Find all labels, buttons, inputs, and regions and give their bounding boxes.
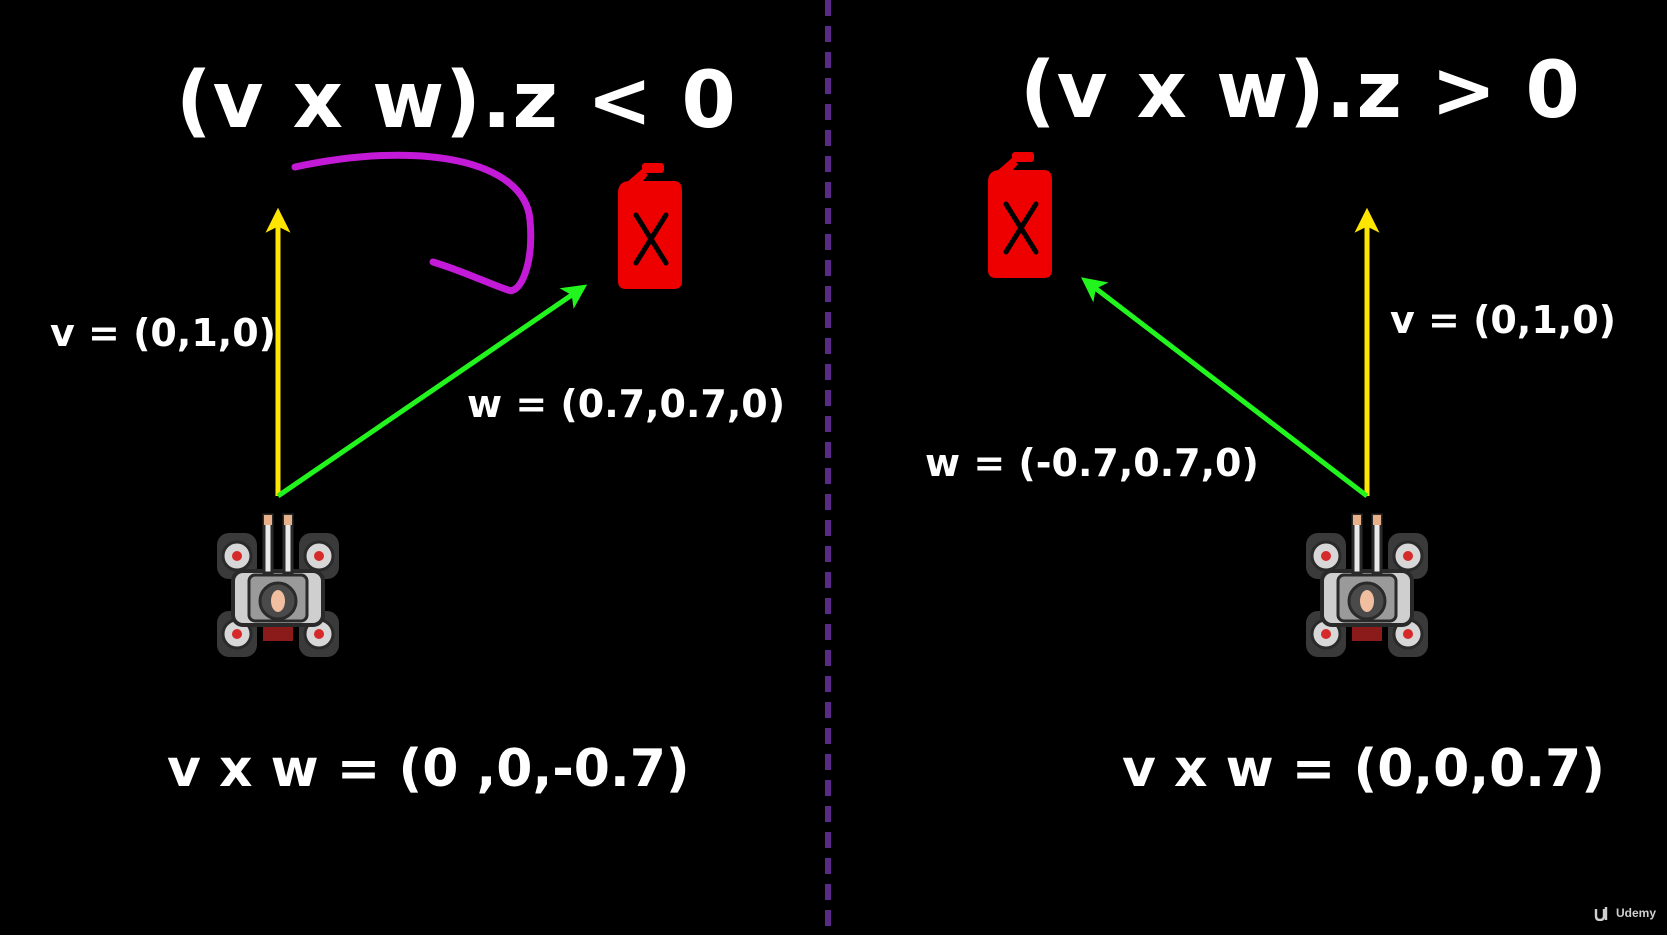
left-w-label: w = (0.7,0.7,0) (467, 382, 786, 426)
right-w-label: w = (-0.7,0.7,0) (925, 441, 1259, 485)
left-cross-product-result: v x w = (0 ,0,-0.7) (167, 739, 690, 799)
udemy-watermark: Udemy (1594, 905, 1656, 921)
fuel-can-icon (618, 163, 682, 289)
watermark-text: Udemy (1616, 906, 1657, 920)
tank-icon (1304, 513, 1430, 659)
left-v-label: v = (0,1,0) (50, 311, 276, 355)
tank-icon (215, 513, 341, 659)
right-cross-product-result: v x w = (0,0,0.7) (1122, 739, 1605, 799)
udemy-logo-icon (1594, 907, 1608, 921)
diagram-canvas: (v x w).z < 0 v = (0,1,0) w = (0.7,0.7,0… (0, 0, 1667, 938)
right-v-label: v = (0,1,0) (1390, 298, 1616, 342)
fuel-can-icon (988, 152, 1052, 278)
right-condition-title: (v x w).z > 0 (1020, 46, 1581, 136)
rotation-arrow (291, 151, 535, 294)
left-condition-title: (v x w).z < 0 (176, 56, 737, 146)
